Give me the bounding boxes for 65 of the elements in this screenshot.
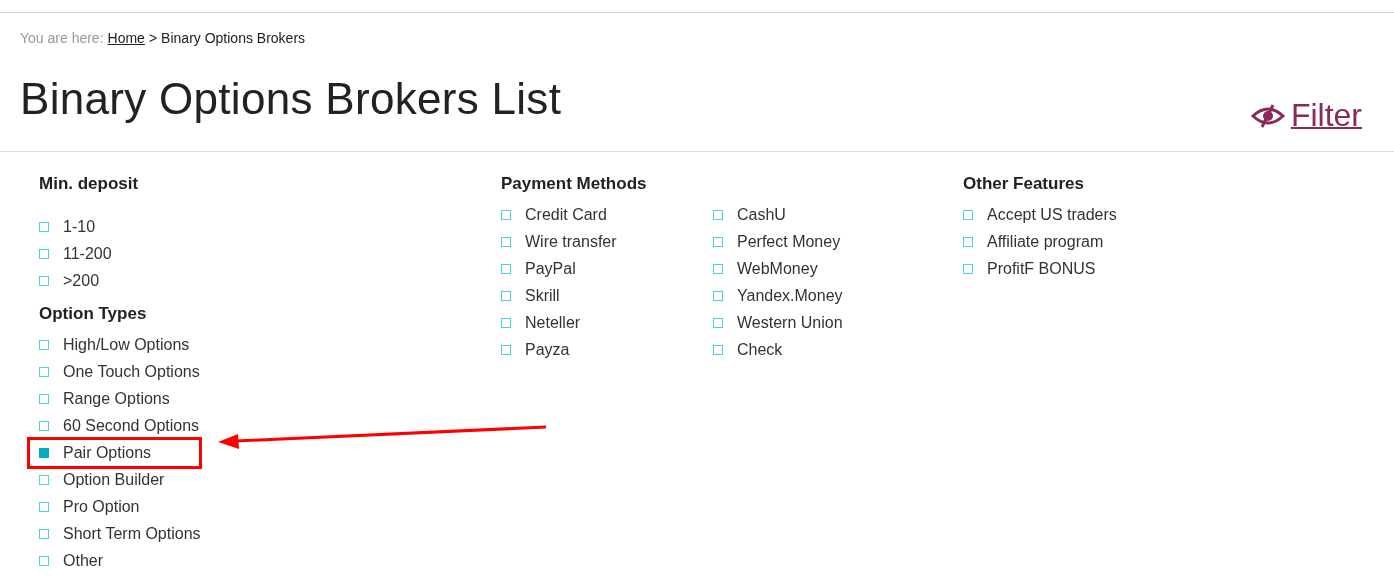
option-label: Range Options: [63, 389, 170, 408]
checkbox[interactable]: [39, 420, 49, 431]
eye-slash-icon: [1250, 103, 1285, 128]
option-label: Pro Option: [63, 497, 140, 516]
option-label: PayPal: [525, 259, 576, 278]
option-label: Pair Options: [63, 443, 152, 462]
checkbox[interactable]: [39, 275, 49, 286]
checkbox[interactable]: [39, 528, 49, 539]
checkbox[interactable]: [39, 339, 49, 350]
checkbox[interactable]: [713, 317, 723, 328]
option-label: WebMoney: [737, 259, 818, 278]
option-label: Yandex.Money: [737, 286, 843, 305]
checkbox[interactable]: [39, 221, 49, 232]
option-label: Option Builder: [63, 470, 165, 489]
checkbox[interactable]: [963, 236, 973, 247]
option-label: Wire transfer: [525, 232, 617, 251]
option-label: High/Low Options: [63, 335, 190, 354]
checkbox[interactable]: [963, 209, 973, 220]
breadcrumb-current: Binary Options Brokers: [161, 30, 306, 46]
option-label: One Touch Options: [63, 362, 200, 381]
checkbox[interactable]: [39, 474, 49, 485]
filter-link[interactable]: Filter: [1250, 97, 1362, 134]
checkbox[interactable]: [39, 248, 49, 259]
option-label: Credit Card: [525, 205, 607, 224]
option-label: Check: [737, 340, 783, 359]
section-heading: Min. deposit: [39, 174, 140, 195]
option-label: Affiliate program: [987, 232, 1104, 251]
section-heading: Option Types: [39, 304, 148, 325]
option-label: Accept US traders: [987, 205, 1117, 224]
checkbox[interactable]: [501, 236, 511, 247]
option-label: 60 Second Options: [63, 416, 200, 435]
option-label: >200: [63, 271, 100, 290]
checkbox[interactable]: [39, 447, 49, 458]
checkbox[interactable]: [713, 344, 723, 355]
option-label: 11-200: [63, 244, 112, 263]
option-label: 1-10: [63, 217, 96, 236]
option-label: Western Union: [737, 313, 843, 332]
checkbox[interactable]: [501, 344, 511, 355]
breadcrumb-separator: >: [148, 30, 158, 46]
section-heading: Other Features: [963, 174, 1085, 195]
checkbox[interactable]: [39, 366, 49, 377]
checkbox[interactable]: [713, 236, 723, 247]
option-label: Perfect Money: [737, 232, 841, 251]
checkbox[interactable]: [501, 209, 511, 220]
section-heading: Payment Methods: [501, 174, 648, 195]
checkbox[interactable]: [501, 263, 511, 274]
option-label: Payza: [525, 340, 570, 359]
breadcrumb-prefix: You are here:: [20, 30, 104, 46]
checkbox[interactable]: [501, 317, 511, 328]
option-label: ProfitF BONUS: [987, 259, 1096, 278]
option-label: CashU: [737, 205, 786, 224]
checkbox[interactable]: [39, 501, 49, 512]
option-label: Other: [63, 551, 103, 570]
option-label: Neteller: [525, 313, 581, 332]
checkbox[interactable]: [501, 290, 511, 301]
home-link[interactable]: Home: [107, 30, 145, 46]
checkbox[interactable]: [713, 263, 723, 274]
checkbox[interactable]: [713, 209, 723, 220]
checkbox[interactable]: [963, 263, 973, 274]
page-title: Binary Options Brokers List: [20, 74, 562, 124]
option-label: Skrill: [525, 286, 560, 305]
checkbox[interactable]: [713, 290, 723, 301]
option-label: Short Term Options: [63, 524, 201, 543]
checkbox[interactable]: [39, 555, 49, 566]
checkbox[interactable]: [39, 393, 49, 404]
